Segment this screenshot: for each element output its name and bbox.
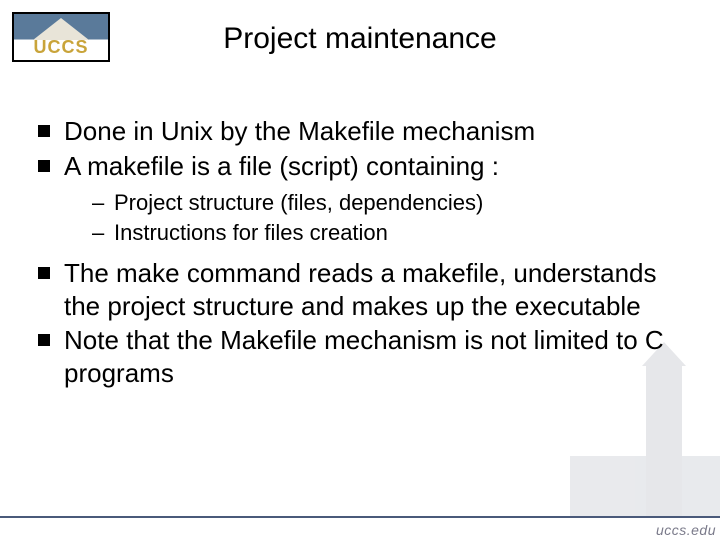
bullet-text: Note that the Makefile mechanism is not … <box>64 325 664 388</box>
bullet-item: Done in Unix by the Makefile mechanism <box>36 115 690 148</box>
bullet-item: Note that the Makefile mechanism is not … <box>36 324 690 389</box>
sub-bullet-item: Project structure (files, dependencies) <box>92 188 690 218</box>
bullet-item: A makefile is a file (script) containing… <box>36 150 690 248</box>
sub-bullet-item: Instructions for files creation <box>92 218 690 248</box>
sub-bullet-text: Instructions for files creation <box>114 220 388 245</box>
sub-bullet-text: Project structure (files, dependencies) <box>114 190 483 215</box>
slide-content: Done in Unix by the Makefile mechanism A… <box>36 115 690 391</box>
bullet-text: A makefile is a file (script) containing… <box>64 151 499 181</box>
footer-divider <box>0 516 720 518</box>
uccs-logo: UCCS <box>12 12 110 62</box>
logo-text: UCCS <box>33 37 88 58</box>
bullet-text: The make command reads a makefile, under… <box>64 258 657 321</box>
footer-url: uccs.edu <box>656 522 716 538</box>
slide-title: Project maintenance <box>223 22 497 56</box>
bullet-item: The make command reads a makefile, under… <box>36 257 690 322</box>
bullet-text: Done in Unix by the Makefile mechanism <box>64 116 535 146</box>
